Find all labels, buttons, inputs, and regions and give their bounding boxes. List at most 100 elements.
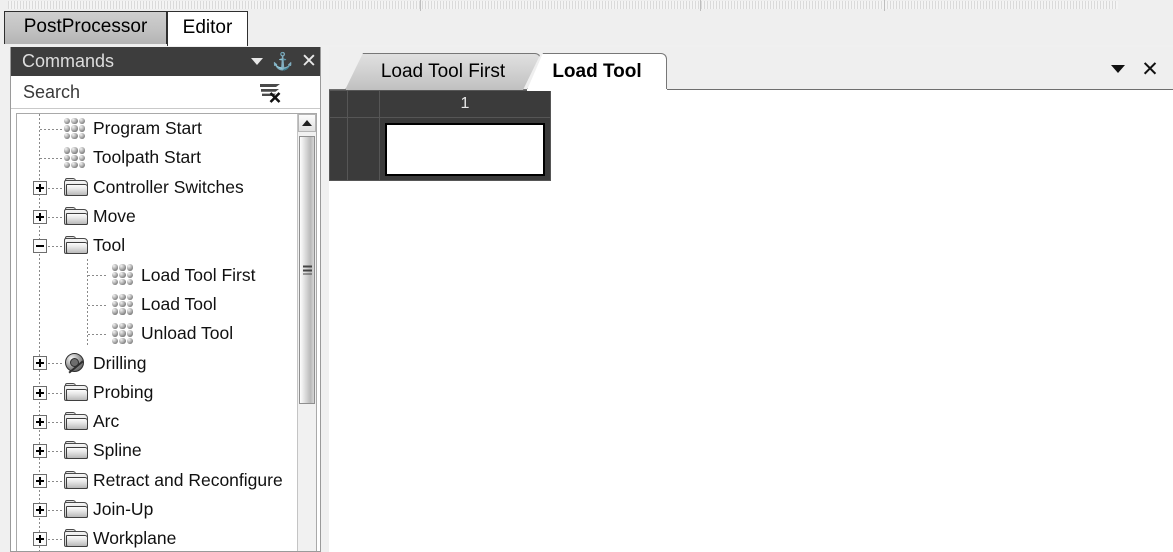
collapse-icon[interactable]	[33, 239, 47, 254]
app-tab-label: Editor	[182, 17, 233, 38]
tree-item-program-start[interactable]: Program Start	[17, 114, 298, 143]
top-strip-separator	[884, 0, 885, 11]
editor-tab-load-tool[interactable]: Load Tool	[527, 53, 667, 90]
scroll-up-icon[interactable]	[298, 114, 316, 132]
chevron-down-icon[interactable]	[1103, 55, 1133, 83]
expand-icon[interactable]	[33, 414, 47, 429]
commands-panel-title: Commands	[22, 51, 115, 71]
tree-item-label: Probing	[93, 381, 154, 402]
tree-item-load-tool[interactable]: Load Tool	[17, 290, 298, 319]
expand-icon[interactable]	[33, 444, 47, 459]
grid-rowheader-col[interactable]	[347, 90, 380, 118]
tree-item-drilling[interactable]: Drilling	[17, 348, 298, 377]
grid-corner-cell[interactable]	[329, 90, 348, 118]
tree-item-label: Unload Tool	[141, 323, 234, 344]
app-tab-editor[interactable]: Editor	[167, 11, 248, 46]
grid-cell-1-1[interactable]	[379, 117, 551, 181]
search-input[interactable]	[23, 81, 233, 103]
folder-icon	[64, 529, 89, 548]
pin-icon[interactable]: ⚓	[270, 48, 296, 75]
application-window: PostProcessor Editor Commands ⚓ ✕ Search…	[0, 0, 1173, 552]
tree-connector	[40, 158, 62, 160]
editor-tab-load-tool-first[interactable]: Load Tool First	[345, 53, 541, 90]
application-tabbar: PostProcessor Editor	[0, 11, 1173, 46]
tree-connector	[40, 129, 62, 130]
commands-tree-viewport: Program Start Toolpath Start Controller Sw…	[17, 114, 298, 551]
folder-icon	[64, 382, 89, 402]
editor-grid[interactable]: 1	[329, 90, 1173, 552]
grid-column-header-1[interactable]: 1	[379, 90, 551, 118]
grid-header-row: 1	[329, 90, 551, 118]
expand-icon[interactable]	[33, 209, 47, 224]
grid-row-number[interactable]	[347, 117, 380, 181]
tree-item-label: Tool	[93, 235, 126, 256]
tree-item-spline[interactable]: Spline	[17, 436, 298, 465]
clear-filter-icon[interactable]	[258, 81, 284, 104]
tree-item-retract-and-reconfigure[interactable]: Retract and Reconfigure	[17, 466, 298, 495]
expand-icon[interactable]	[33, 356, 47, 371]
beads-icon	[112, 293, 133, 315]
tree-item-label: Workplane	[93, 528, 177, 549]
search-row	[11, 76, 320, 109]
close-icon[interactable]: ✕	[1135, 55, 1165, 83]
top-strip-texture	[8, 1, 1118, 9]
expand-icon[interactable]	[33, 532, 47, 547]
tree-item-label: Controller Switches	[93, 176, 244, 197]
table-row	[329, 117, 551, 181]
beads-icon	[112, 264, 133, 286]
tree-connector	[88, 275, 108, 277]
tree-item-move[interactable]: Move	[17, 202, 298, 231]
expand-icon[interactable]	[33, 385, 47, 400]
tree-scrollbar[interactable]	[297, 114, 316, 551]
folder-icon	[64, 499, 89, 519]
chevron-down-icon[interactable]	[244, 48, 270, 75]
editor-panel: Load Tool First Load Tool ✕ 1	[329, 47, 1173, 552]
tree-item-unload-tool[interactable]: Unload Tool	[17, 319, 298, 348]
expand-icon[interactable]	[33, 180, 47, 195]
close-icon[interactable]: ✕	[296, 48, 320, 75]
folder-icon	[64, 236, 89, 255]
tree-connector	[88, 334, 108, 336]
tree-item-load-tool-first[interactable]: Load Tool First	[17, 260, 298, 289]
top-strip-separator	[700, 0, 701, 11]
tree-item-controller-switches[interactable]: Controller Switches	[17, 173, 298, 202]
tree-item-label: Retract and Reconfigure	[93, 469, 283, 490]
scrollbar-grip	[303, 265, 312, 275]
commands-tree[interactable]: Program Start Toolpath Start Controller Sw…	[16, 113, 317, 551]
grid-row-selector[interactable]	[329, 117, 348, 181]
folder-icon	[64, 206, 89, 226]
top-strip-separator	[420, 0, 421, 11]
tree-item-toolpath-start[interactable]: Toolpath Start	[17, 143, 298, 172]
app-tab-postprocessor[interactable]: PostProcessor	[4, 11, 167, 44]
folder-icon	[64, 411, 89, 431]
expand-icon[interactable]	[33, 473, 47, 488]
disc-icon	[64, 352, 87, 374]
app-tab-label: PostProcessor	[23, 16, 148, 37]
tree-item-arc[interactable]: Arc	[17, 407, 298, 436]
tree-item-label: Arc	[93, 411, 120, 432]
folder-icon	[64, 177, 89, 197]
grid-cell-editor[interactable]	[385, 122, 545, 176]
tree-item-label: Toolpath Start	[93, 147, 201, 168]
expand-icon[interactable]	[33, 502, 47, 517]
beads-icon	[64, 118, 85, 139]
tree-connector	[88, 304, 108, 306]
scrollbar-thumb[interactable]	[299, 136, 315, 404]
commands-panel: Commands ⚓ ✕ Program Start Toolpath Start…	[10, 47, 321, 552]
grid-table: 1	[329, 90, 551, 181]
folder-icon	[64, 441, 89, 460]
tree-item-probing[interactable]: Probing	[17, 378, 298, 407]
tree-item-label: Load Tool	[141, 293, 217, 314]
commands-panel-header: Commands ⚓ ✕	[11, 47, 320, 76]
folder-icon	[64, 470, 89, 490]
beads-icon	[64, 147, 85, 169]
tree-item-label: Drilling	[93, 352, 147, 373]
tree-item-tool[interactable]: Tool	[17, 231, 298, 260]
editor-tab-label: Load Tool First	[380, 60, 506, 82]
active-tab-underline	[527, 89, 667, 91]
beads-icon	[112, 323, 133, 345]
tree-item-join-up[interactable]: Join-Up	[17, 495, 298, 524]
editor-tabbar: Load Tool First Load Tool ✕	[329, 47, 1173, 91]
tree-item-label: Spline	[93, 440, 142, 461]
tree-item-workplane[interactable]: Workplane	[17, 524, 298, 551]
